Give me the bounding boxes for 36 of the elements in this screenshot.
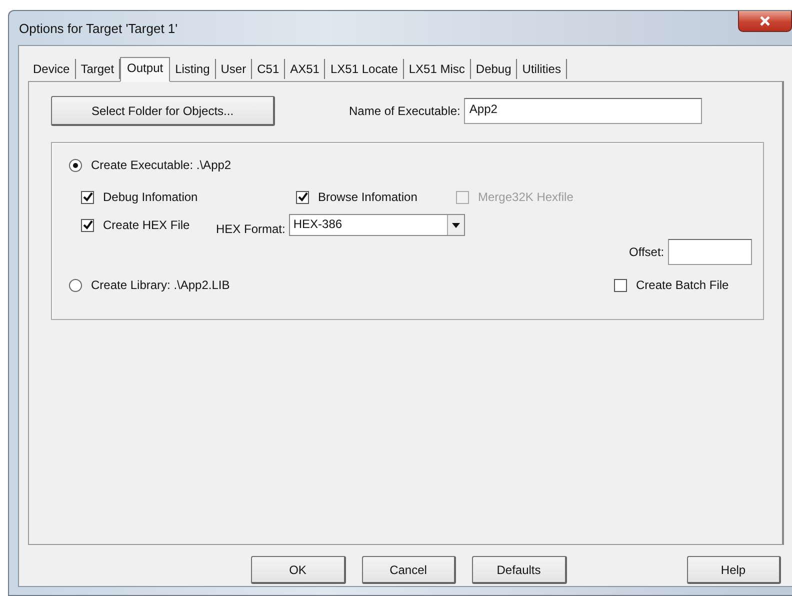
select-folder-button[interactable]: Select Folder for Objects... bbox=[51, 96, 275, 126]
radio-label: Create Executable: .\App2 bbox=[91, 158, 232, 172]
checkbox[interactable] bbox=[81, 218, 94, 232]
tab[interactable]: Output bbox=[120, 57, 170, 82]
tab[interactable]: Listing bbox=[170, 59, 216, 79]
checkbox-label: Browse Infomation bbox=[318, 190, 418, 204]
field-label: HEX Format: bbox=[216, 222, 286, 236]
tab[interactable]: C51 bbox=[252, 59, 286, 79]
radio-button[interactable] bbox=[69, 278, 82, 292]
radio-label: Create Library: .\App2.LIB bbox=[91, 278, 230, 292]
checkbox[interactable] bbox=[81, 190, 94, 204]
checkbox-label: Create Batch File bbox=[636, 278, 729, 292]
executable-name-field[interactable]: App2 bbox=[464, 98, 702, 124]
radio-button[interactable] bbox=[69, 158, 82, 172]
checkbox-label: Debug Infomation bbox=[103, 190, 198, 204]
dialog-button[interactable]: Defaults bbox=[472, 556, 566, 584]
tab[interactable]: Debug bbox=[470, 59, 518, 79]
checkbox-label: Create HEX File bbox=[103, 218, 190, 232]
tab[interactable]: LX51 Misc bbox=[404, 59, 471, 79]
tab[interactable]: AX51 bbox=[285, 59, 326, 79]
checkbox-label: Merge32K Hexfile bbox=[478, 190, 574, 204]
tab[interactable]: Utilities bbox=[517, 59, 567, 79]
tab[interactable]: User bbox=[216, 59, 252, 79]
tab[interactable]: LX51 Locate bbox=[325, 59, 404, 79]
dialog-button[interactable]: Cancel bbox=[362, 556, 456, 584]
field-label: Offset: bbox=[629, 245, 664, 259]
field-label: Name of Executable: bbox=[349, 104, 460, 118]
hex-format-dropdown[interactable]: HEX-386 bbox=[289, 214, 466, 236]
checkbox[interactable] bbox=[296, 190, 309, 204]
dialog-button[interactable]: Help bbox=[686, 556, 781, 584]
tab[interactable]: Device bbox=[28, 59, 76, 79]
offset-field[interactable] bbox=[668, 239, 752, 265]
dialog-button[interactable]: OK bbox=[251, 556, 346, 584]
checkbox[interactable] bbox=[614, 278, 627, 292]
window-title: Options for Target 'Target 1' bbox=[18, 20, 178, 36]
close-icon[interactable] bbox=[738, 10, 792, 32]
